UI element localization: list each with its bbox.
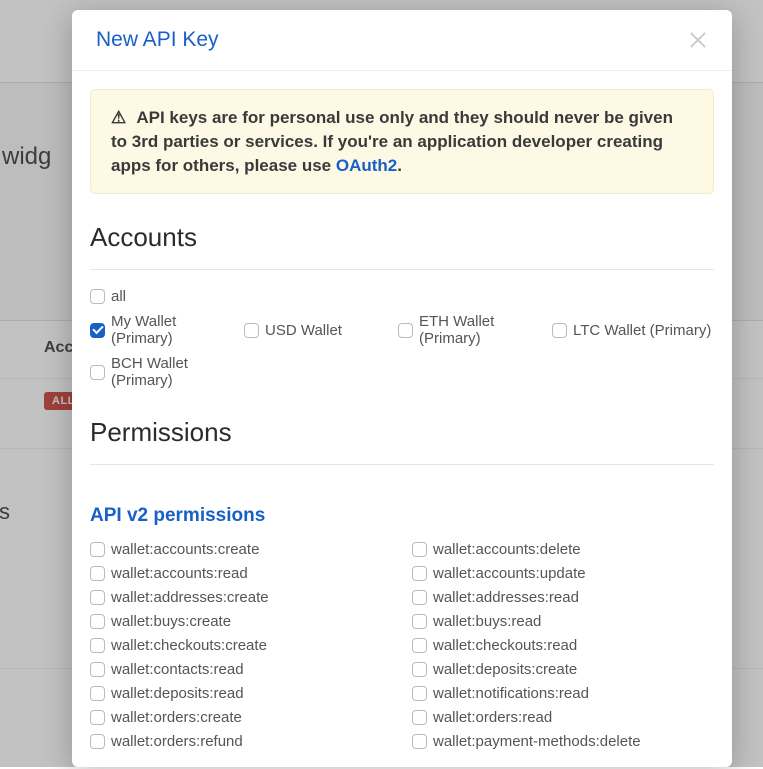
checkbox-icon bbox=[90, 289, 105, 304]
accounts-heading: Accounts bbox=[90, 222, 714, 253]
permissions-grid: wallet:accounts:create wallet:accounts:de… bbox=[90, 541, 714, 750]
permission-label: wallet:deposits:read bbox=[111, 685, 244, 702]
checkbox-icon bbox=[90, 365, 105, 380]
permission-label: wallet:accounts:create bbox=[111, 541, 259, 558]
permission-label: wallet:payment-methods:delete bbox=[433, 733, 641, 750]
permission-label: wallet:buys:create bbox=[111, 613, 231, 630]
modal-header: New API Key bbox=[72, 10, 732, 71]
permission-checkbox[interactable]: wallet:accounts:update bbox=[412, 565, 714, 582]
checkbox-icon bbox=[90, 638, 105, 653]
account-label: LTC Wallet (Primary) bbox=[573, 322, 711, 339]
permission-label: wallet:checkouts:read bbox=[433, 637, 577, 654]
permission-checkbox[interactable]: wallet:accounts:create bbox=[90, 541, 392, 558]
checkbox-icon bbox=[412, 734, 427, 749]
permission-checkbox[interactable]: wallet:payment-methods:delete bbox=[412, 733, 714, 750]
account-checkbox[interactable]: LTC Wallet (Primary) bbox=[552, 313, 712, 347]
permission-label: wallet:deposits:create bbox=[433, 661, 577, 678]
checkbox-icon bbox=[90, 323, 105, 338]
modal-title: New API Key bbox=[96, 28, 219, 52]
close-icon[interactable] bbox=[688, 30, 708, 50]
account-label: USD Wallet bbox=[265, 322, 342, 339]
permission-checkbox[interactable]: wallet:buys:read bbox=[412, 613, 714, 630]
checkbox-icon bbox=[412, 686, 427, 701]
new-api-key-modal: New API Key ⚠ API keys are for personal … bbox=[72, 10, 732, 767]
permission-checkbox[interactable]: wallet:checkouts:create bbox=[90, 637, 392, 654]
permission-label: wallet:orders:create bbox=[111, 709, 242, 726]
checkbox-icon bbox=[90, 662, 105, 677]
permission-checkbox[interactable]: wallet:orders:read bbox=[412, 709, 714, 726]
permission-checkbox[interactable]: wallet:accounts:read bbox=[90, 565, 392, 582]
checkbox-icon bbox=[90, 614, 105, 629]
permission-label: wallet:notifications:read bbox=[433, 685, 589, 702]
divider bbox=[90, 269, 714, 270]
checkbox-icon bbox=[412, 638, 427, 653]
checkbox-icon bbox=[90, 542, 105, 557]
account-checkbox[interactable]: all bbox=[90, 288, 712, 305]
checkbox-icon bbox=[412, 566, 427, 581]
account-checkbox[interactable]: USD Wallet bbox=[244, 313, 394, 347]
permission-label: wallet:addresses:create bbox=[111, 589, 269, 606]
warning-banner: ⚠ API keys are for personal use only and… bbox=[90, 89, 714, 194]
permission-checkbox[interactable]: wallet:deposits:create bbox=[412, 661, 714, 678]
permission-checkbox[interactable]: wallet:contacts:read bbox=[90, 661, 392, 678]
modal-body: ⚠ API keys are for personal use only and… bbox=[72, 71, 732, 767]
permission-checkbox[interactable]: wallet:accounts:delete bbox=[412, 541, 714, 558]
account-label: BCH Wallet (Primary) bbox=[111, 355, 240, 389]
permission-checkbox[interactable]: wallet:buys:create bbox=[90, 613, 392, 630]
permission-checkbox[interactable]: wallet:addresses:read bbox=[412, 589, 714, 606]
permission-checkbox[interactable]: wallet:addresses:create bbox=[90, 589, 392, 606]
permission-label: wallet:addresses:read bbox=[433, 589, 579, 606]
account-label: ETH Wallet (Primary) bbox=[419, 313, 548, 347]
account-label: all bbox=[111, 288, 126, 305]
permission-label: wallet:buys:read bbox=[433, 613, 541, 630]
api-v2-permissions-heading: API v2 permissions bbox=[90, 505, 714, 527]
account-checkbox[interactable]: BCH Wallet (Primary) bbox=[90, 355, 240, 389]
permission-checkbox[interactable]: wallet:orders:refund bbox=[90, 733, 392, 750]
oauth2-link[interactable]: OAuth2 bbox=[336, 156, 397, 175]
checkbox-icon bbox=[90, 566, 105, 581]
checkbox-icon bbox=[90, 686, 105, 701]
checkbox-icon bbox=[398, 323, 413, 338]
permission-label: wallet:accounts:delete bbox=[433, 541, 581, 558]
checkbox-icon bbox=[412, 710, 427, 725]
account-checkbox[interactable]: My Wallet (Primary) bbox=[90, 313, 240, 347]
checkbox-icon bbox=[90, 734, 105, 749]
checkbox-icon bbox=[552, 323, 567, 338]
permission-label: wallet:contacts:read bbox=[111, 661, 244, 678]
checkbox-icon bbox=[90, 590, 105, 605]
permission-label: wallet:accounts:update bbox=[433, 565, 586, 582]
checkbox-icon bbox=[412, 590, 427, 605]
permission-checkbox[interactable]: wallet:notifications:read bbox=[412, 685, 714, 702]
divider bbox=[90, 464, 714, 465]
permission-checkbox[interactable]: wallet:checkouts:read bbox=[412, 637, 714, 654]
checkbox-icon bbox=[412, 614, 427, 629]
permissions-heading: Permissions bbox=[90, 417, 714, 448]
permission-label: wallet:orders:refund bbox=[111, 733, 243, 750]
permission-label: wallet:orders:read bbox=[433, 709, 552, 726]
account-checkbox[interactable]: ETH Wallet (Primary) bbox=[398, 313, 548, 347]
checkbox-icon bbox=[244, 323, 259, 338]
permission-checkbox[interactable]: wallet:deposits:read bbox=[90, 685, 392, 702]
account-label: My Wallet (Primary) bbox=[111, 313, 240, 347]
permission-label: wallet:checkouts:create bbox=[111, 637, 267, 654]
checkbox-icon bbox=[90, 710, 105, 725]
permission-label: wallet:accounts:read bbox=[111, 565, 248, 582]
checkbox-icon bbox=[412, 542, 427, 557]
warning-text-suffix: . bbox=[397, 156, 402, 175]
checkbox-icon bbox=[412, 662, 427, 677]
warning-icon: ⚠ bbox=[111, 106, 126, 130]
permission-checkbox[interactable]: wallet:orders:create bbox=[90, 709, 392, 726]
accounts-grid: all My Wallet (Primary) USD Wallet ETH Wall… bbox=[90, 288, 714, 389]
